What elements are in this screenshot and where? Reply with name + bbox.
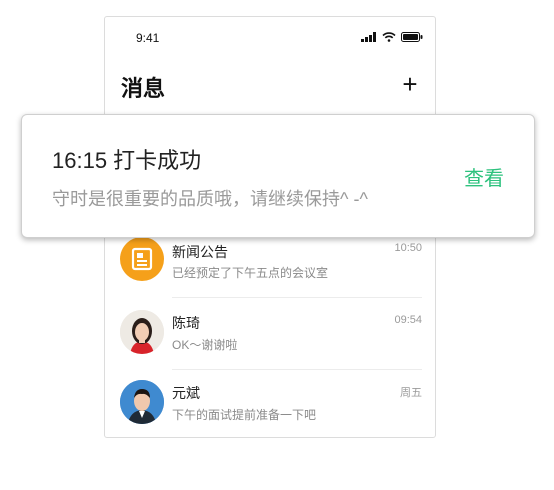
status-bar: 9:41 xyxy=(105,17,435,57)
item-name: 元斌 xyxy=(172,385,200,401)
status-time: 9:41 xyxy=(136,31,160,45)
list-item[interactable]: 元斌 下午的面试提前准备一下吧 周五 xyxy=(105,370,435,437)
add-button[interactable]: + xyxy=(399,71,421,97)
male-avatar xyxy=(120,380,164,424)
item-name: 陈琦 xyxy=(172,315,200,331)
item-preview: OK～谢谢啦 xyxy=(172,338,238,352)
notification-card[interactable]: 16:15 打卡成功 守时是很重要的品质哦，请继续保持^ -^ 查看 xyxy=(21,114,535,238)
item-time: 10:50 xyxy=(394,242,422,254)
item-preview: 下午的面试提前准备一下吧 xyxy=(172,408,317,422)
item-time: 周五 xyxy=(400,387,422,399)
page-title: 消息 xyxy=(121,76,166,101)
item-time: 09:54 xyxy=(394,314,422,326)
list-item[interactable]: 陈琦 OK～谢谢啦 09:54 xyxy=(105,298,435,370)
status-icons xyxy=(361,32,423,42)
announcement-icon xyxy=(131,247,153,271)
female-avatar xyxy=(120,310,164,354)
notification-body: 守时是很重要的品质哦，请继续保持^ -^ xyxy=(52,189,368,209)
view-button[interactable]: 查看 xyxy=(464,162,504,191)
signal-icon xyxy=(361,32,376,42)
item-name: 新闻公告 xyxy=(172,244,228,260)
announcement-avatar xyxy=(120,237,164,281)
avatar xyxy=(120,380,164,424)
avatar xyxy=(120,310,164,354)
item-preview: 已经预定了下午五点的会议室 xyxy=(172,266,329,280)
notification-title: 16:15 打卡成功 xyxy=(52,148,202,173)
battery-icon xyxy=(401,32,423,42)
wifi-icon xyxy=(382,32,396,42)
